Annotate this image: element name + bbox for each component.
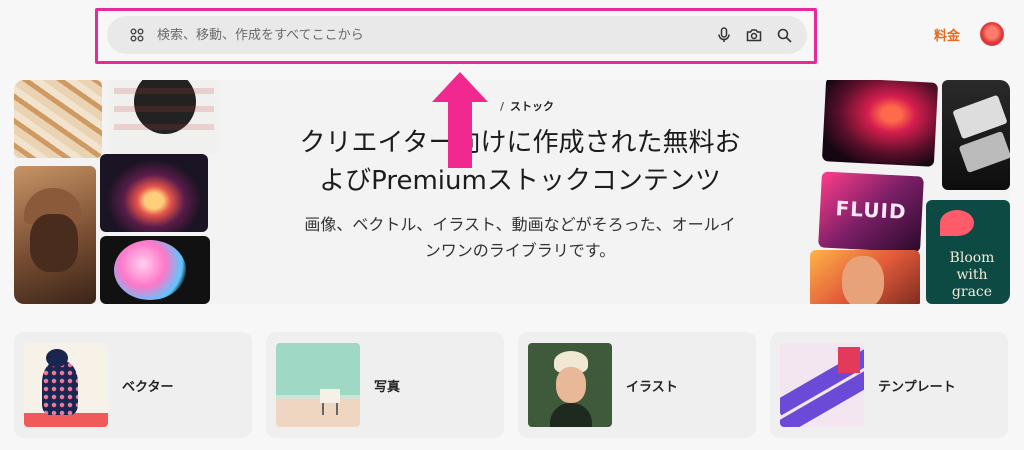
- user-avatar[interactable]: [980, 22, 1004, 46]
- category-card-illustration[interactable]: イラスト: [518, 332, 756, 438]
- category-label: イラスト: [626, 379, 678, 395]
- category-row: ベクター 写真 イラスト テンプレート: [14, 332, 1010, 438]
- category-thumb-template: [780, 343, 864, 427]
- hero-image-cards[interactable]: [942, 80, 1010, 190]
- top-header: 料金: [0, 0, 1024, 70]
- category-card-photo[interactable]: 写真: [266, 332, 504, 438]
- category-label: テンプレート: [878, 379, 956, 395]
- category-card-template[interactable]: テンプレート: [770, 332, 1008, 438]
- hero-image-red-waves[interactable]: [821, 80, 939, 167]
- hero-image-leaves[interactable]: [14, 80, 102, 158]
- category-card-vector[interactable]: ベクター: [14, 332, 252, 438]
- bloom-line-2: with: [956, 267, 988, 283]
- annotation-arrow-up-icon: [432, 72, 488, 168]
- hero-title-line-1: クリエイター向けに作成された無料お: [299, 128, 741, 158]
- pricing-link[interactable]: 料金: [934, 25, 960, 44]
- hero-subtitle: 画像、ベクトル、イラスト、動画などがそろった、オールイ ンワンのライブラリです。: [258, 212, 782, 264]
- breadcrumb: / ストック: [500, 98, 554, 114]
- hero-image-girl-illustration[interactable]: [100, 236, 210, 304]
- bloom-line-3: grace: [951, 284, 993, 300]
- hero-banner: / ストック クリエイター向けに作成された無料お よびPremiumストックコンテ…: [14, 80, 1010, 304]
- hero-title: クリエイター向けに作成された無料お よびPremiumストックコンテンツ: [258, 124, 782, 200]
- hero-image-bloom-with-grace[interactable]: Bloom with grace: [926, 200, 1010, 304]
- hero-image-portrait-man[interactable]: [14, 166, 96, 304]
- fluid-poster-text: FLUID: [835, 196, 908, 224]
- breadcrumb-stock[interactable]: ストック: [510, 100, 554, 113]
- hero-image-portrait-woman[interactable]: [810, 250, 920, 304]
- category-thumb-illustration: [528, 343, 612, 427]
- search-highlight-frame: [95, 8, 817, 64]
- category-thumb-photo: [276, 343, 360, 427]
- category-label: ベクター: [122, 379, 174, 395]
- hero-image-poster[interactable]: [108, 80, 220, 154]
- category-thumb-vector: [24, 343, 108, 427]
- hero-image-abstract-rings[interactable]: [100, 154, 208, 232]
- hero-image-fluid-poster[interactable]: FLUID: [818, 171, 924, 253]
- breadcrumb-separator: /: [500, 100, 505, 113]
- category-label: 写真: [374, 379, 401, 395]
- hero-title-line-2: よびPremiumストックコンテンツ: [319, 166, 721, 196]
- hero-subtitle-line-2: ンワンのライブラリです。: [424, 241, 616, 260]
- bloom-line-1: Bloom: [949, 250, 995, 266]
- hero-subtitle-line-1: 画像、ベクトル、イラスト、動画などがそろった、オールイ: [304, 215, 736, 234]
